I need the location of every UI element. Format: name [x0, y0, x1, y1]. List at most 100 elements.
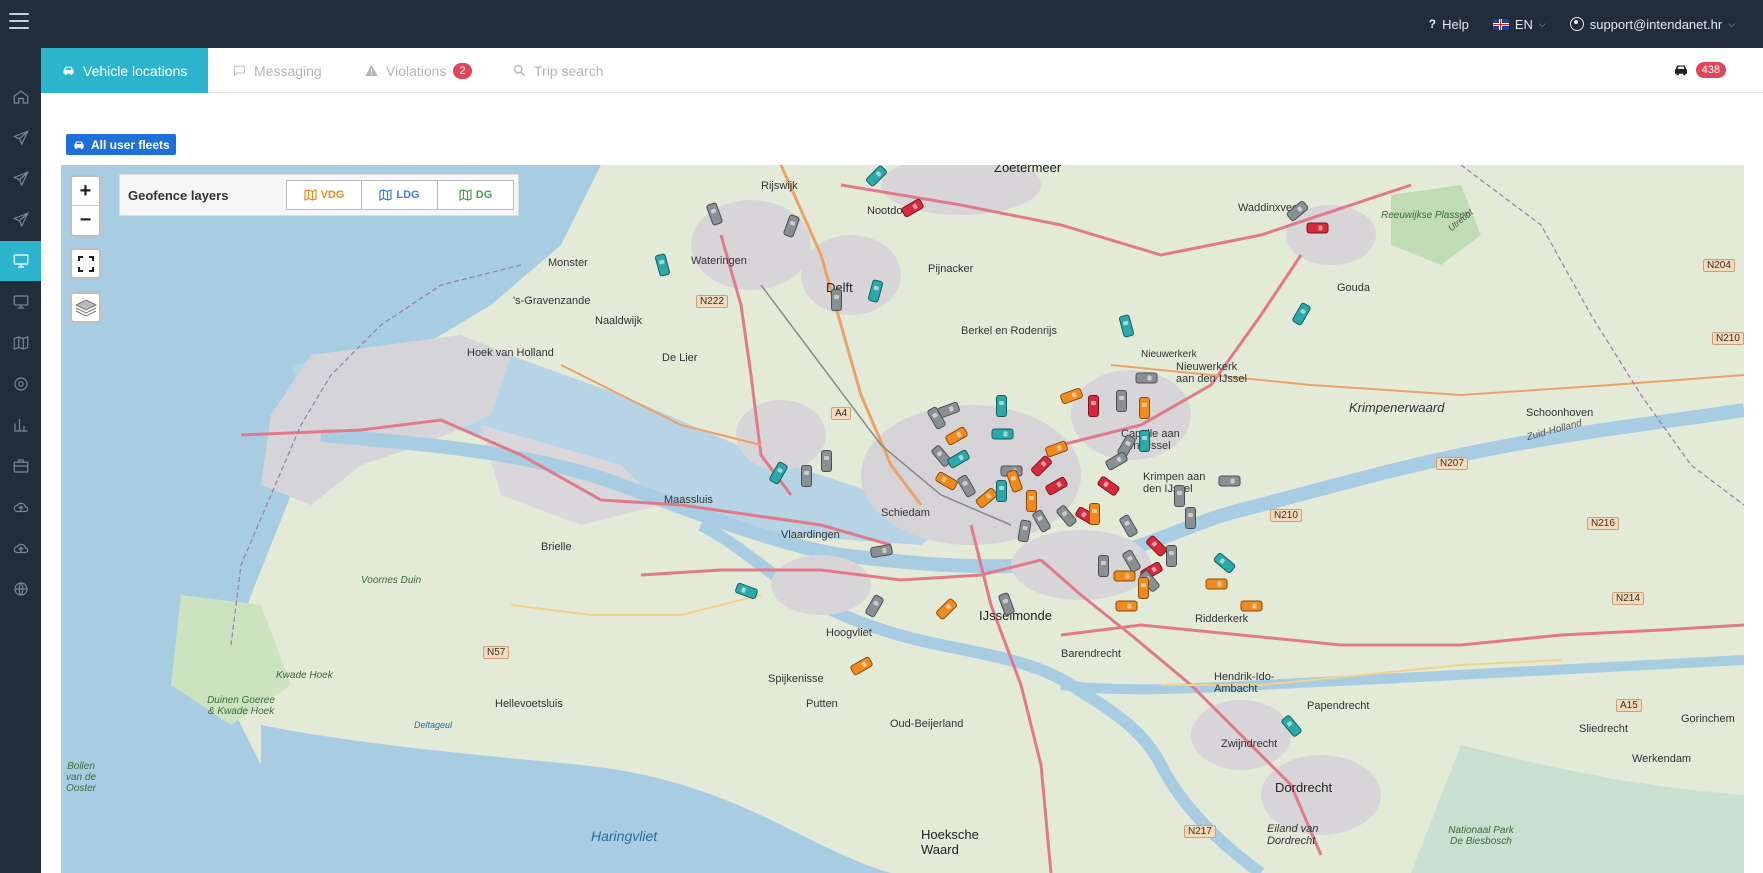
app-root: ? Help EN ⌵ support@intendanet.hr ⌵ Vehi… [0, 0, 1763, 873]
car-icon [74, 141, 84, 149]
geofence-ldg-label: LDG [396, 189, 420, 201]
tab-bar: Vehicle locations Messaging Violations 2… [41, 48, 1763, 93]
vehicle-marker[interactable] [1205, 578, 1228, 590]
vehicle-marker[interactable] [821, 450, 832, 472]
geofence-layers-panel: Geofence layers VDG LDG DG [119, 174, 519, 216]
tab-label: Vehicle locations [83, 62, 188, 79]
zoom-out-button[interactable]: − [72, 206, 99, 235]
user-menu[interactable]: support@intendanet.hr ⌵ [1569, 16, 1735, 32]
fullscreen-button[interactable] [70, 248, 101, 279]
vehicle-marker[interactable] [1139, 397, 1150, 419]
car-icon [63, 66, 74, 75]
vehicle-marker[interactable] [1185, 507, 1196, 529]
road-shield: N210 [1270, 509, 1302, 522]
zoom-in-button[interactable]: + [72, 177, 99, 206]
vehicle-count-badge: 438 [1695, 62, 1726, 78]
layers-button[interactable] [70, 292, 101, 323]
user-email: support@intendanet.hr [1589, 16, 1723, 32]
road-shield: N207 [1436, 457, 1468, 470]
map-icon [459, 189, 472, 201]
vehicle-marker[interactable] [1088, 395, 1099, 417]
vehicle-marker[interactable] [1115, 600, 1138, 612]
road-shield: N222 [696, 295, 728, 308]
globe-icon[interactable] [0, 569, 41, 609]
question-icon: ? [1428, 17, 1437, 31]
tab-messaging[interactable]: Messaging [232, 48, 322, 93]
road-shield: N210 [1712, 332, 1744, 345]
send-icon[interactable] [0, 200, 41, 240]
send-icon[interactable] [0, 118, 41, 158]
vehicle-marker[interactable] [1166, 545, 1177, 567]
top-bar: ? Help EN ⌵ support@intendanet.hr ⌵ [0, 0, 1763, 48]
monitor-icon[interactable] [0, 282, 41, 322]
vehicle-count[interactable]: 438 [1672, 61, 1726, 79]
geofence-vdg-label: VDG [320, 189, 345, 201]
uk-flag-icon [1492, 18, 1509, 30]
geofence-ldg-button[interactable]: LDG [362, 180, 438, 210]
menu-icon[interactable] [9, 13, 29, 31]
map-icon[interactable] [0, 323, 41, 363]
vehicle-marker[interactable] [1138, 577, 1149, 599]
layers-icon [74, 298, 97, 317]
road-shield: A4 [831, 407, 852, 420]
zoom-control: + − [70, 175, 101, 237]
tab-label: Violations [386, 62, 447, 79]
geofence-dg-button[interactable]: DG [438, 180, 514, 210]
tab-label: Messaging [254, 62, 322, 79]
vehicle-marker[interactable] [1116, 390, 1127, 412]
all-user-fleets-button[interactable]: All user fleets [66, 134, 176, 155]
vehicle-marker[interactable] [1306, 222, 1329, 234]
vehicle-marker[interactable] [1218, 475, 1241, 487]
settings-icon[interactable] [0, 364, 41, 404]
tab-vehicle-locations[interactable]: Vehicle locations [41, 48, 208, 93]
map-icon [379, 189, 392, 201]
geofence-title: Geofence layers [128, 187, 229, 203]
vehicle-marker[interactable] [996, 480, 1007, 502]
sidebar [0, 48, 41, 873]
road-shield: A15 [1616, 699, 1642, 712]
vehicle-marker[interactable] [991, 428, 1014, 440]
tab-label: Trip search [534, 62, 604, 79]
user-icon [1569, 17, 1584, 31]
tab-violations[interactable]: Violations 2 [364, 48, 472, 93]
road-shield: N216 [1587, 517, 1619, 530]
vehicle-marker[interactable] [1089, 503, 1100, 525]
vehicle-marker[interactable] [1174, 485, 1185, 507]
cloud-upload-icon[interactable] [0, 487, 41, 527]
vehicle-marker[interactable] [1026, 490, 1037, 512]
violations-badge: 2 [453, 62, 472, 79]
vehicle-marker[interactable] [996, 395, 1007, 417]
language-selector[interactable]: EN ⌵ [1492, 16, 1546, 32]
help-label: Help [1442, 16, 1469, 32]
car-icon [1674, 65, 1687, 76]
vehicle-marker[interactable] [1113, 570, 1136, 582]
road-shield: N214 [1612, 592, 1644, 605]
map-view[interactable]: Zoetermeer Rijswijk Nootdorp Waddinxveen… [61, 165, 1744, 873]
vehicle-marker[interactable] [1139, 430, 1150, 452]
cloud-upload-icon[interactable] [0, 528, 41, 568]
language-label: EN [1514, 16, 1533, 32]
chat-icon [233, 65, 246, 77]
home-icon[interactable] [0, 77, 41, 117]
help-link[interactable]: ? Help [1429, 17, 1469, 32]
send-icon[interactable] [0, 159, 41, 199]
road-shield: N217 [1184, 825, 1216, 838]
vehicle-marker[interactable] [1098, 555, 1109, 577]
tab-trip-search[interactable]: Trip search [512, 48, 604, 93]
vehicle-marker[interactable] [831, 289, 842, 311]
top-bar-right: ? Help EN ⌵ support@intendanet.hr ⌵ [1429, 0, 1735, 48]
fleet-button-label: All user fleets [91, 137, 170, 152]
monitor-icon[interactable] [0, 241, 41, 281]
search-icon [513, 64, 525, 76]
vehicle-marker[interactable] [801, 465, 812, 487]
chevron-down-icon: ⌵ [1728, 18, 1735, 29]
geofence-dg-label: DG [475, 189, 493, 201]
road-shield: N204 [1703, 259, 1735, 272]
briefcase-icon[interactable] [0, 446, 41, 486]
chart-icon[interactable] [0, 405, 41, 445]
vehicle-marker[interactable] [1135, 372, 1158, 384]
vehicle-marker[interactable] [1240, 600, 1263, 612]
road-shield: N57 [483, 646, 510, 659]
warning-icon [365, 64, 378, 77]
geofence-vdg-button[interactable]: VDG [286, 180, 362, 210]
